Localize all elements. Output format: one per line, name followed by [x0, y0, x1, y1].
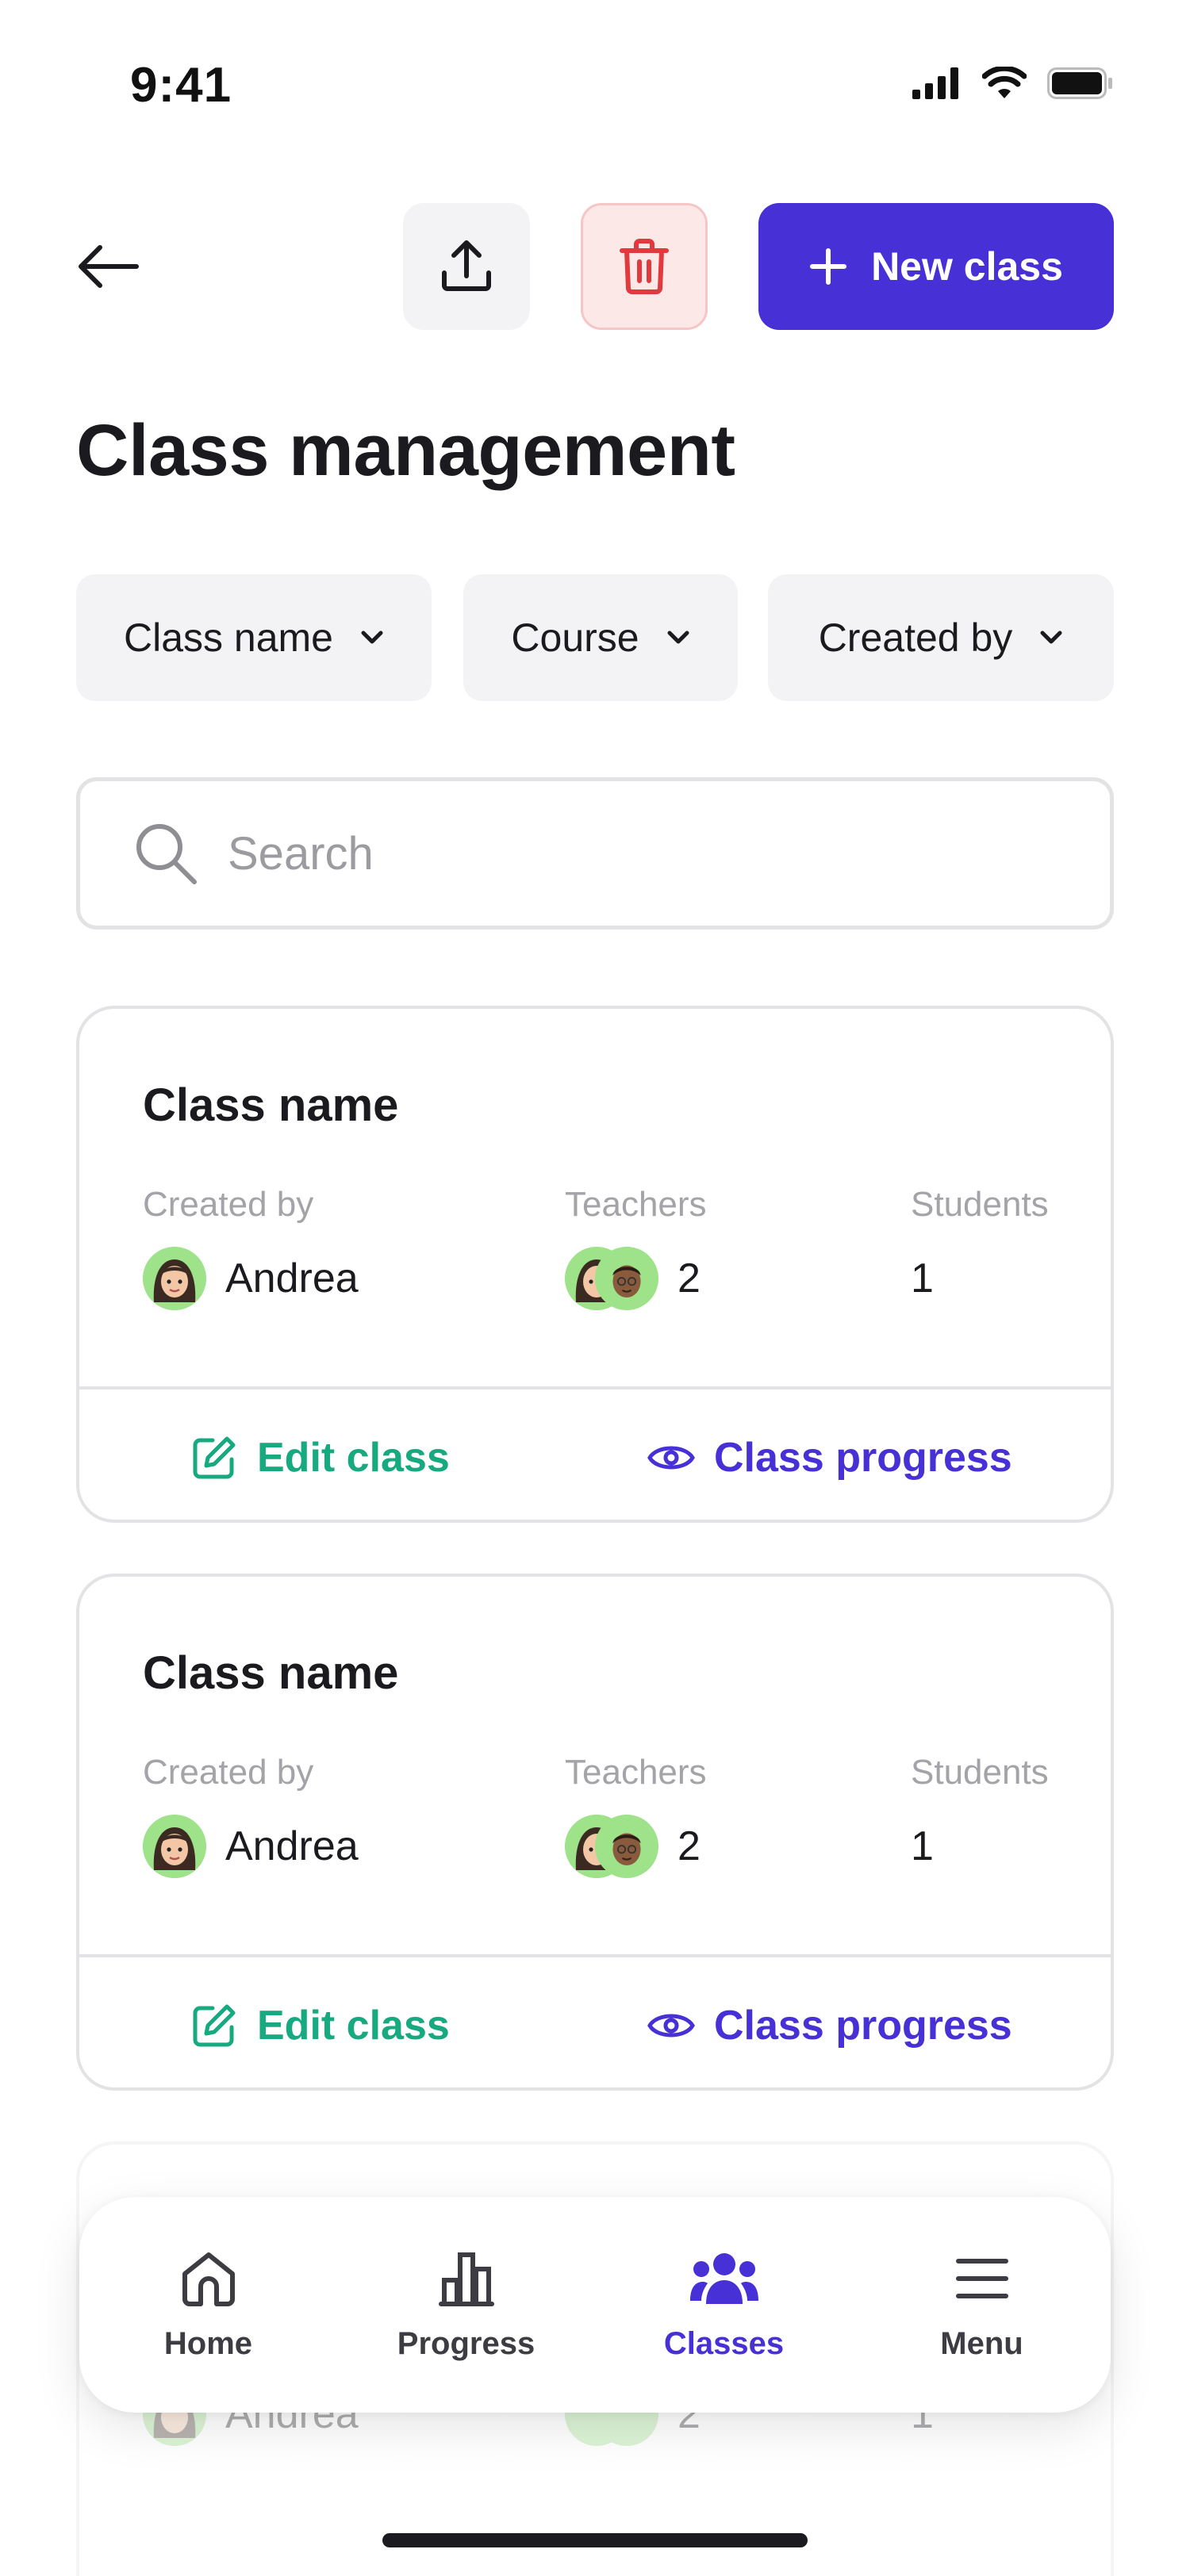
plus-icon — [810, 248, 847, 285]
edit-class-label: Edit class — [257, 2003, 450, 2049]
card-actions: Edit class Class progress — [79, 1957, 1111, 2087]
nav-label: Home — [163, 2325, 253, 2361]
hamburger-menu-icon — [955, 2258, 1008, 2298]
created-by-label: Created by — [143, 1753, 314, 1792]
bottom-nav: Home Progress Classes Menu — [79, 2197, 1111, 2413]
nav-item-classes[interactable]: Classes — [605, 2248, 843, 2362]
home-indicator — [382, 2533, 808, 2547]
avatar — [595, 1247, 658, 1310]
teachers-count: 2 — [678, 1823, 701, 1869]
filter-class-name[interactable]: Class name — [76, 574, 432, 701]
creator-name: Andrea — [225, 1255, 359, 1301]
chevron-down-icon — [1040, 631, 1062, 644]
class-card: Class name Created by Teachers Students … — [76, 1006, 1114, 1523]
class-progress-label: Class progress — [714, 1435, 1012, 1481]
filter-course[interactable]: Course — [463, 574, 738, 701]
chevron-down-icon — [667, 631, 689, 644]
eye-icon — [647, 2014, 695, 2037]
avatar — [595, 1815, 658, 1878]
filter-created-by[interactable]: Created by — [768, 574, 1114, 701]
trash-icon — [620, 239, 669, 294]
class-card: Class name Created by Teachers Students … — [76, 1574, 1114, 2091]
status-bar: 9:41 — [0, 0, 1190, 159]
search-icon — [136, 824, 197, 884]
teacher-avatars — [565, 1247, 658, 1310]
creator-name: Andrea — [225, 1823, 359, 1869]
teachers: 2 — [565, 1815, 701, 1878]
bar-chart-icon — [438, 2252, 494, 2306]
creator: Andrea — [143, 1815, 359, 1878]
teacher-avatars — [565, 1815, 658, 1878]
avatar-woman-icon — [143, 1247, 206, 1310]
search-box[interactable] — [76, 777, 1114, 930]
teachers-label: Teachers — [565, 1185, 707, 1224]
new-class-button[interactable]: New class — [758, 203, 1114, 330]
battery-icon — [1047, 67, 1112, 99]
avatar-woman-icon — [143, 1815, 206, 1878]
delete-button[interactable] — [581, 203, 708, 330]
signal-icon — [912, 67, 958, 99]
edit-class-label: Edit class — [257, 1435, 450, 1481]
chevron-down-icon — [361, 631, 383, 644]
avatar-man-icon — [597, 1249, 656, 1308]
arrow-left-icon — [79, 245, 139, 288]
wifi-icon — [982, 67, 1027, 98]
avatar-man-icon — [597, 1817, 656, 1876]
nav-label: Menu — [940, 2325, 1023, 2361]
students-count: 1 — [911, 1255, 934, 1301]
eye-icon — [647, 1446, 695, 1470]
avatar — [143, 1815, 206, 1878]
nav-label: Progress — [397, 2325, 536, 2361]
edit-class-button[interactable]: Edit class — [190, 1434, 450, 1482]
home-icon — [182, 2252, 235, 2306]
back-button[interactable] — [76, 203, 155, 330]
search-input[interactable] — [228, 826, 1021, 880]
new-class-label: New class — [871, 244, 1063, 289]
created-by-label: Created by — [143, 1185, 314, 1224]
edit-icon — [193, 2004, 236, 2047]
students-count: 1 — [911, 1823, 934, 1869]
filter-label: Course — [511, 615, 639, 660]
nav-item-progress[interactable]: Progress — [347, 2248, 585, 2362]
class-progress-label: Class progress — [714, 2003, 1012, 2049]
upload-icon — [442, 240, 491, 291]
class-progress-button[interactable]: Class progress — [647, 1434, 1012, 1482]
avatar — [143, 1247, 206, 1310]
teachers: 2 — [565, 1247, 701, 1310]
class-progress-button[interactable]: Class progress — [647, 2002, 1012, 2049]
class-title: Class name — [143, 1079, 399, 1131]
edit-class-button[interactable]: Edit class — [190, 2002, 450, 2049]
class-title: Class name — [143, 1647, 399, 1699]
filter-label: Class name — [124, 615, 333, 660]
nav-item-menu[interactable]: Menu — [863, 2248, 1101, 2362]
status-time: 9:41 — [130, 58, 232, 113]
filter-label: Created by — [818, 615, 1013, 660]
students-label: Students — [911, 1185, 1049, 1224]
status-icons — [912, 67, 1114, 100]
people-icon — [689, 2252, 758, 2304]
edit-icon — [193, 1436, 236, 1479]
nav-item-home[interactable]: Home — [90, 2248, 328, 2362]
page-title: Class management — [76, 410, 735, 491]
export-button[interactable] — [403, 203, 530, 330]
nav-label: Classes — [663, 2325, 785, 2361]
teachers-count: 2 — [678, 1255, 701, 1301]
students-label: Students — [911, 1753, 1049, 1792]
teachers-label: Teachers — [565, 1753, 707, 1792]
card-actions: Edit class Class progress — [79, 1390, 1111, 1520]
creator: Andrea — [143, 1247, 359, 1310]
